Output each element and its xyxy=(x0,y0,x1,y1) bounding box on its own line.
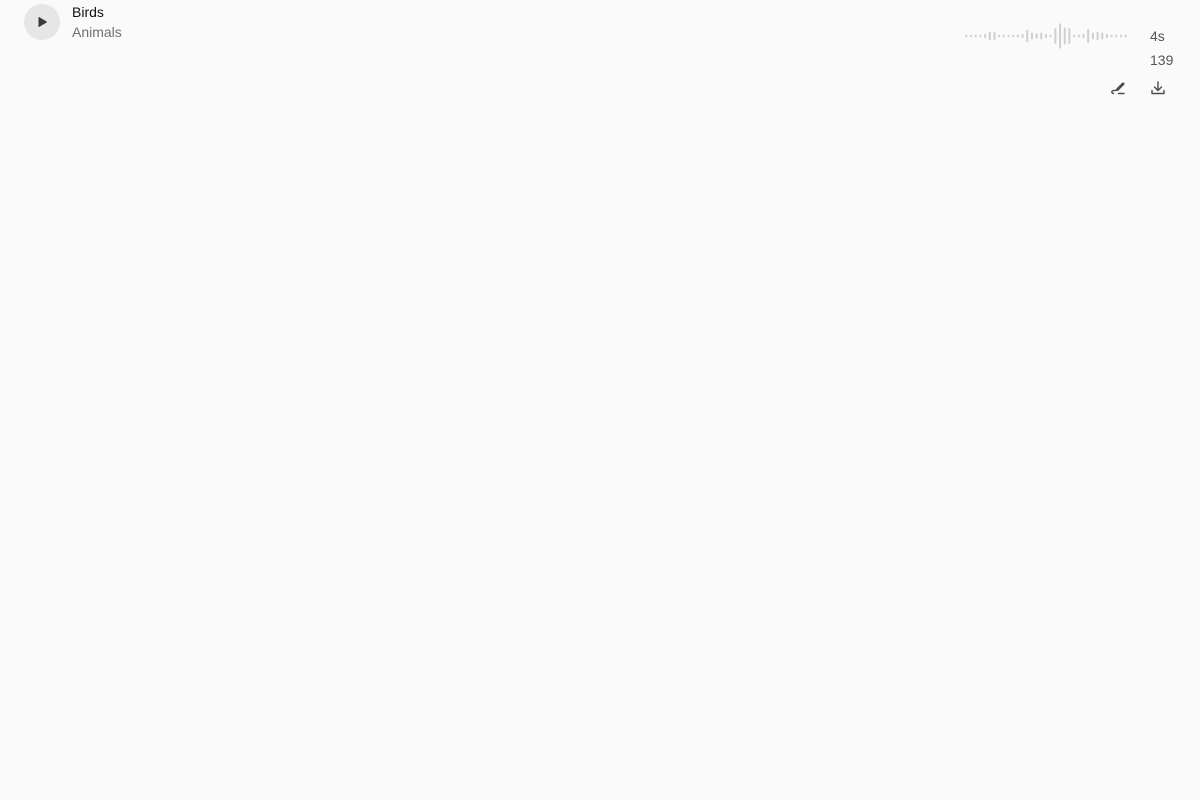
waveform-bar xyxy=(1096,31,1099,41)
sound-row: Birds Animals 4s 139 xyxy=(0,0,1200,110)
waveform-bar xyxy=(965,34,968,38)
waveform-bar xyxy=(1040,32,1043,40)
waveform-bar xyxy=(1045,33,1047,39)
waveform-bar xyxy=(1030,32,1033,40)
waveform-bar xyxy=(974,34,977,38)
download-button[interactable] xyxy=(1148,78,1168,98)
waveform-bar xyxy=(1091,32,1094,40)
sound-title[interactable]: Birds xyxy=(72,4,104,20)
waveform-bar xyxy=(1012,34,1015,38)
waveform[interactable] xyxy=(964,20,1128,52)
waveform-bar xyxy=(1087,29,1090,43)
waveform-bar xyxy=(1101,32,1104,40)
waveform-bar xyxy=(1054,28,1057,44)
waveform-bar xyxy=(970,34,973,38)
waveform-bar xyxy=(979,34,982,38)
waveform-bar xyxy=(1016,34,1019,38)
waveform-bar xyxy=(1049,34,1052,38)
waveform-bar xyxy=(1059,23,1062,49)
waveform-bar xyxy=(1119,34,1122,38)
waveform-bar xyxy=(1073,34,1076,38)
waveform-bar xyxy=(988,31,991,41)
waveform-bar xyxy=(1124,34,1127,38)
waveform-bar xyxy=(984,33,987,39)
play-button[interactable] xyxy=(24,4,60,40)
usage-count: 139 xyxy=(1150,52,1174,68)
waveform-bar xyxy=(1063,27,1066,45)
waveform-bar xyxy=(1007,34,1010,38)
waveform-bar xyxy=(1077,34,1080,38)
waveform-bar xyxy=(1082,33,1085,39)
waveform-bar xyxy=(1110,34,1113,38)
waveform-bar xyxy=(1035,33,1038,39)
waveform-bar xyxy=(998,34,1001,38)
waveform-bar xyxy=(1068,28,1071,44)
remix-button[interactable] xyxy=(1108,78,1128,98)
remix-icon xyxy=(1111,82,1125,95)
play-icon xyxy=(38,17,47,27)
download-icon xyxy=(1151,81,1165,95)
waveform-bar xyxy=(1026,29,1029,43)
duration-label: 4s xyxy=(1150,28,1165,44)
waveform-bar xyxy=(1002,34,1005,38)
waveform-bar xyxy=(993,31,996,41)
waveform-bar xyxy=(1021,33,1024,39)
waveform-bar xyxy=(1105,33,1108,39)
waveform-bar xyxy=(1115,34,1118,38)
sound-category[interactable]: Animals xyxy=(72,24,122,40)
